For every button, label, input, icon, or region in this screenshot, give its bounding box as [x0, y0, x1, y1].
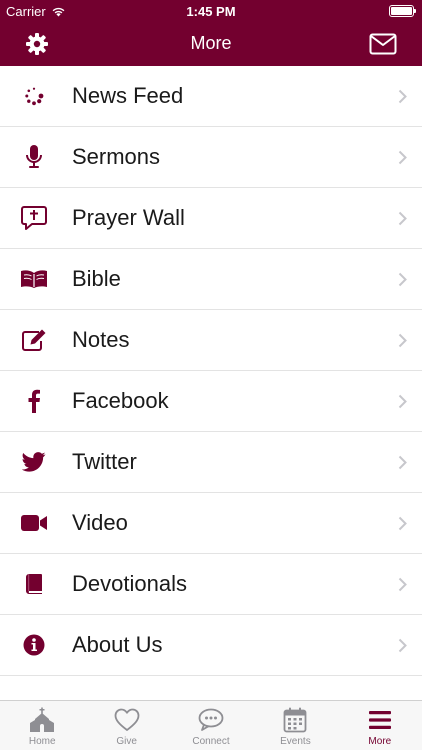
chevron-right-icon: [398, 211, 407, 225]
chevron-right-icon: [398, 89, 407, 103]
menu-item-label: Facebook: [72, 388, 169, 413]
menu-item-label: About Us: [72, 632, 163, 657]
battery-icon: [389, 5, 416, 17]
chevron-right-icon: [398, 516, 407, 530]
tab-label: Give: [116, 736, 137, 747]
chevron-right-icon: [398, 638, 407, 652]
more-menu-list: News Feed Sermons Prayer Wall Bible Note…: [0, 66, 422, 676]
menu-item-prayer-wall[interactable]: Prayer Wall: [0, 188, 422, 249]
menu-icon: [368, 711, 391, 729]
tab-give[interactable]: Give: [84, 701, 168, 750]
menu-item-label: Sermons: [72, 144, 161, 169]
tab-more[interactable]: More: [338, 701, 422, 750]
menu-item-facebook[interactable]: Facebook: [0, 371, 422, 432]
notes-icon: [22, 329, 46, 351]
tab-connect[interactable]: Connect: [169, 701, 253, 750]
heart-icon: [114, 708, 140, 731]
info-icon: [23, 634, 45, 656]
chevron-right-icon: [398, 272, 407, 286]
menu-item-label: Notes: [72, 327, 130, 352]
menu-item-about-us[interactable]: About Us: [0, 615, 422, 676]
status-bar: Carrier 1:45 PM: [0, 0, 422, 22]
church-icon: [30, 707, 55, 732]
menu-item-twitter[interactable]: Twitter: [0, 432, 422, 493]
menu-item-bible[interactable]: Bible: [0, 249, 422, 310]
news-feed-icon: [25, 87, 44, 106]
menu-item-notes[interactable]: Notes: [0, 310, 422, 371]
menu-item-label: Prayer Wall: [72, 205, 185, 230]
book-icon: [26, 574, 42, 594]
video-camera-icon: [21, 515, 47, 531]
prayer-wall-icon: [21, 206, 47, 230]
mail-button[interactable]: [368, 31, 398, 57]
mail-icon: [369, 33, 397, 55]
tab-label: Connect: [192, 736, 230, 747]
facebook-icon: [28, 389, 40, 413]
menu-item-label: Video: [72, 510, 128, 535]
nav-bar: More: [0, 22, 422, 66]
page-title: More: [190, 33, 232, 53]
tab-bar: Home Give Connect Events More: [0, 700, 422, 750]
chevron-right-icon: [398, 150, 407, 164]
tab-home[interactable]: Home: [0, 701, 84, 750]
calendar-icon: [284, 707, 307, 733]
tab-label: Home: [28, 736, 56, 747]
menu-item-devotionals[interactable]: Devotionals: [0, 554, 422, 615]
chevron-right-icon: [398, 333, 407, 347]
chevron-right-icon: [398, 577, 407, 591]
menu-item-news-feed[interactable]: News Feed: [0, 66, 422, 127]
twitter-icon: [22, 452, 46, 472]
menu-item-label: News Feed: [72, 83, 184, 108]
tab-events[interactable]: Events: [253, 701, 337, 750]
status-time: 1:45 PM: [186, 4, 236, 19]
chat-icon: [198, 708, 224, 731]
menu-item-sermons[interactable]: Sermons: [0, 127, 422, 188]
microphone-icon: [26, 145, 42, 168]
chevron-right-icon: [398, 455, 407, 469]
menu-item-label: Devotionals: [72, 571, 187, 596]
bible-icon: [21, 270, 47, 288]
chevron-right-icon: [398, 394, 407, 408]
menu-item-label: Bible: [72, 266, 121, 291]
tab-label: Events: [280, 736, 311, 747]
tab-label: More: [368, 736, 392, 747]
menu-item-video[interactable]: Video: [0, 493, 422, 554]
menu-item-label: Twitter: [72, 449, 137, 474]
